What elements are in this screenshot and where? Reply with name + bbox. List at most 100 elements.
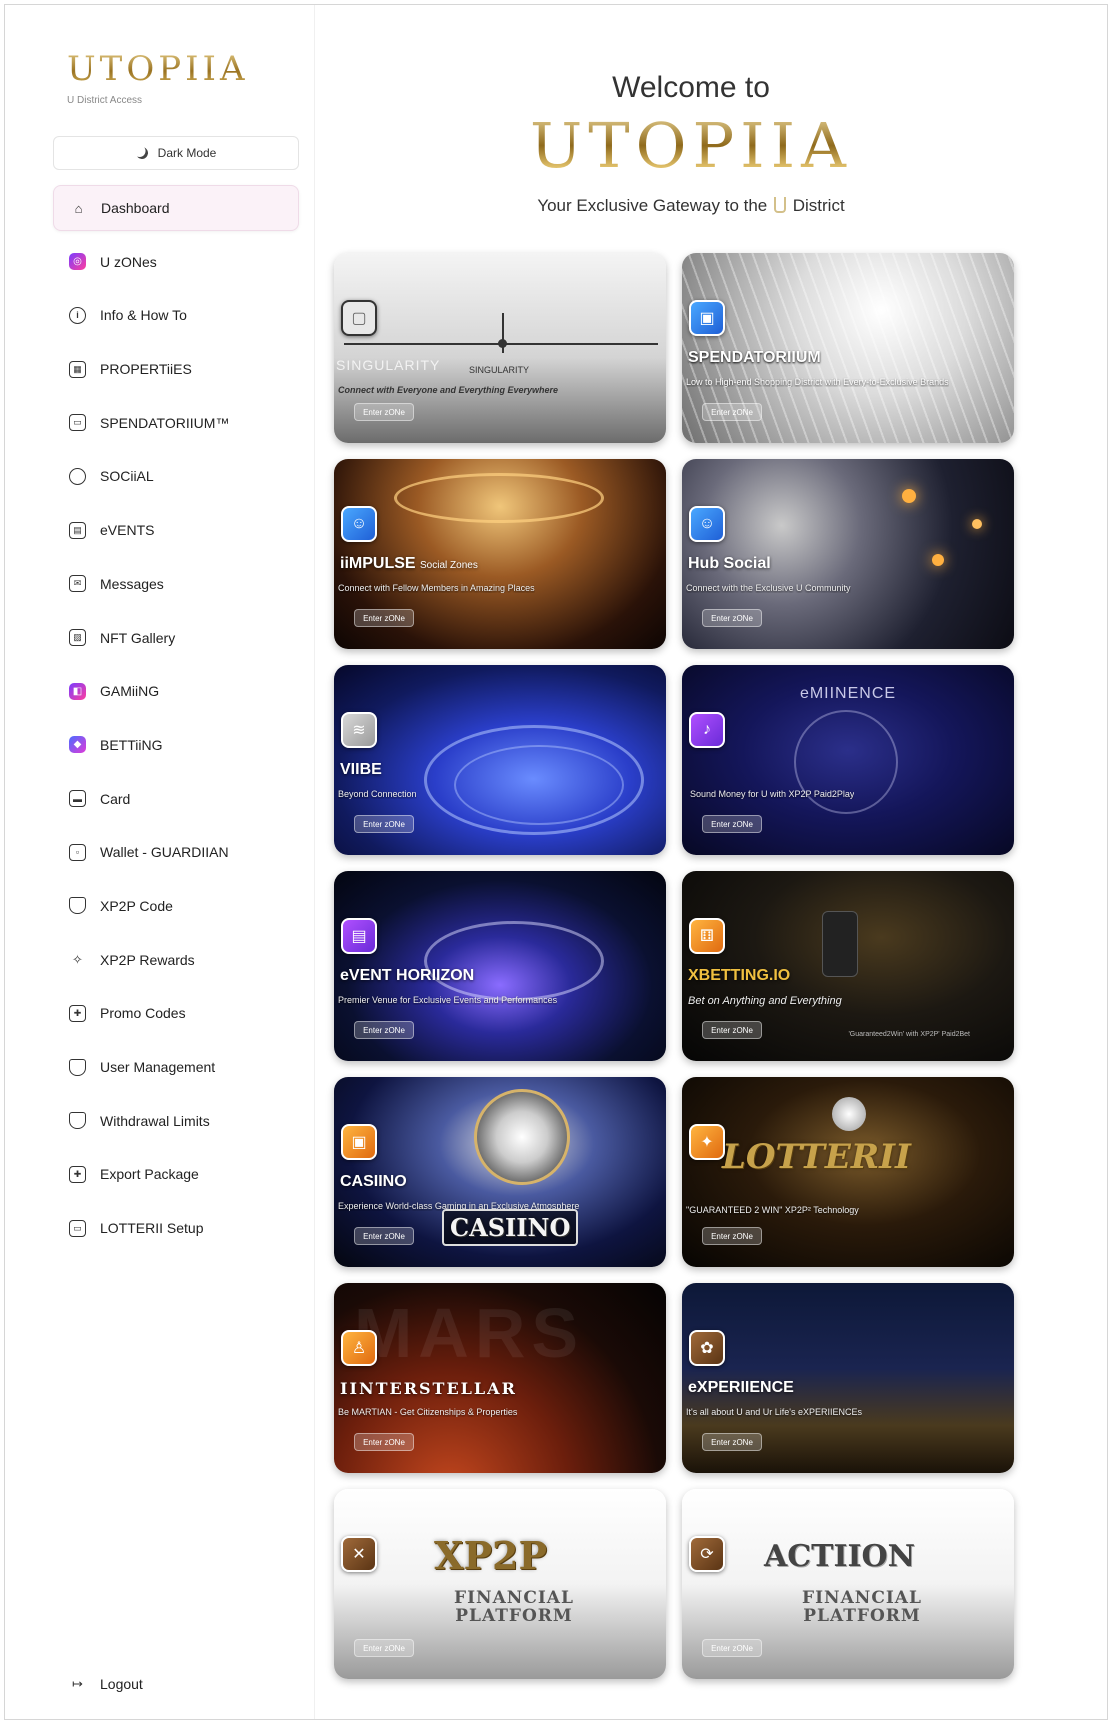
enter-zone-button[interactable]: Enter zONe [702,1021,762,1039]
zone-description: "GUARANTEED 2 WIN" XP2P² Technology [686,1205,859,1215]
zone-title: iiMPULSE Social Zones [340,555,478,573]
zone-extra-text: 'Guaranteed2Win' with XP2P' Paid2Bet [848,1031,970,1038]
zone-description: Beyond Connection [338,789,417,799]
sidebar-item-messages[interactable]: ✉ Messages [53,561,299,607]
enter-zone-button[interactable]: Enter zONe [702,1639,762,1657]
app-window: UTOPIIA U District Access Dark Mode ⌂ Da… [4,4,1108,1720]
dark-mode-label: Dark Mode [157,146,217,160]
ticket-icon: ✦ [689,1124,725,1160]
zone-card-xbetting[interactable]: ⚅ XBETTING.IO Bet on Anything and Everyt… [682,871,1014,1061]
sidebar-item-label: U zONes [100,253,157,270]
calendar-icon: ▤ [69,521,86,539]
zone-card-impulse[interactable]: ☺ iiMPULSE Social Zones Connect with Fel… [334,459,666,649]
fin-line-2: PLATFORM [455,1606,573,1626]
zone-title: eVENT HORIIZON [340,967,475,984]
utopiia-logo: UTOPIIA [315,109,1067,182]
x-icon: ✕ [341,1536,377,1572]
zone-card-eminence[interactable]: eMIINENCE ♪ Sound Money for U with XP2P … [682,665,1014,855]
zone-title: XBETTING.IO [688,967,791,984]
zone-card-casino[interactable]: ▣ CASIINO Experience World-class Gaming … [334,1077,666,1267]
zone-top-title: eMIINENCE [799,685,897,702]
sidebar-logo[interactable]: UTOPIIA [67,49,249,89]
zone-title: VIIBE [340,761,382,778]
zone-card-spendatorium[interactable]: ▣ SPENDATORIIUM Low to High-end Shopping… [682,253,1014,443]
financial-platform-label: FINANCIAL PLATFORM [414,1589,614,1625]
zone-card-vibe[interactable]: ≋ VIIBE Beyond Connection Enter zONe [334,665,666,855]
sidebar-item-betting[interactable]: ◆ BETTiiNG [53,722,299,768]
zone-description: Premier Venue for Exclusive Events and P… [338,995,558,1005]
sidebar-item-label: PROPERTiiES [100,361,192,378]
sidebar-item-lotterii-setup[interactable]: ▭ LOTTERII Setup [53,1205,299,1251]
zone-card-lotterii[interactable]: ✦ LOTTERII "GUARANTEED 2 WIN" XP2P² Tech… [682,1077,1014,1267]
zone-title-main: iiMPULSE [340,555,416,572]
enter-zone-button[interactable]: Enter zONe [354,1433,414,1451]
users-icon: ☺ [689,506,725,542]
zone-title-small: Social Zones [420,560,478,571]
dashboard-main: Welcome to UTOPIIA Your Exclusive Gatewa… [315,5,1107,1719]
sidebar-item-label: Export Package [100,1166,199,1183]
gamepad-icon: ◧ [69,682,86,700]
zone-card-action[interactable]: ⟳ ACTIION FINANCIAL PLATFORM Enter zONe [682,1489,1014,1679]
sidebar-item-dashboard[interactable]: ⌂ Dashboard [53,185,299,231]
zone-title: Hub Social [688,555,771,572]
sidebar-item-promo-codes[interactable]: ✚ Promo Codes [53,990,299,1036]
enter-zone-button[interactable]: Enter zONe [354,609,414,627]
sidebar-item-properties[interactable]: ▦ PROPERTiiES [53,346,299,392]
sidebar-item-uzones[interactable]: ◎ U zONes [53,239,299,285]
sidebar-item-label: Wallet - GUARDIIAN [100,844,229,861]
enter-zone-button[interactable]: Enter zONe [702,1227,762,1245]
enter-zone-button[interactable]: Enter zONe [354,403,414,421]
sidebar-item-xp2p-rewards[interactable]: ✧ XP2P Rewards [53,937,299,983]
dice-icon: ⚅ [689,918,725,954]
zone-ghost-title: SINGULARITY [336,357,441,373]
network-node [972,519,982,529]
sidebar-item-gaming[interactable]: ◧ GAMiiNG [53,668,299,714]
enter-zone-button[interactable]: Enter zONe [354,1639,414,1657]
sidebar-item-card[interactable]: ▬ Card [53,776,299,822]
sidebar-item-xp2p-code[interactable]: XP2P Code [53,883,299,929]
sidebar-item-export-package[interactable]: ✚ Export Package [53,1151,299,1197]
sidebar-item-nft-gallery[interactable]: ▨ NFT Gallery [53,615,299,661]
zone-card-event-horizon[interactable]: ▤ eVENT HORIIZON Premier Venue for Exclu… [334,871,666,1061]
sidebar-item-label: Promo Codes [100,1005,186,1022]
zone-description: Bet on Anything and Everything [688,995,842,1007]
enter-zone-button[interactable]: Enter zONe [354,815,414,833]
enter-zone-button[interactable]: Enter zONe [702,815,762,833]
zone-card-interstellar[interactable]: MARS ♙ IINTERSTELLAR Be MARTIAN - Get Ci… [334,1283,666,1473]
sidebar-item-label: Card [100,790,131,807]
home-icon: ⌂ [74,200,83,216]
zone-card-experience[interactable]: ✿ eXPERIIENCE It's all about U and Ur Li… [682,1283,1014,1473]
casino-icon: ▣ [341,1124,377,1160]
sidebar-item-spendatorium[interactable]: ▭ SPENDATORIIUM™ [53,400,299,446]
sidebar-nav: ⌂ Dashboard ◎ U zONes i Info & How To ▦ … [53,185,299,1259]
enter-zone-button[interactable]: Enter zONe [702,609,762,627]
enter-zone-button[interactable]: Enter zONe [354,1021,414,1039]
sidebar-item-withdrawal-limits[interactable]: Withdrawal Limits [53,1098,299,1144]
dark-mode-toggle[interactable]: Dark Mode [53,136,299,170]
sidebar-item-user-management[interactable]: User Management [53,1044,299,1090]
zone-label: SINGULARITY [469,365,530,375]
zone-card-xp2p[interactable]: ✕ XP2P FINANCIAL PLATFORM Enter zONe [334,1489,666,1679]
enter-zone-button[interactable]: Enter zONe [354,1227,414,1245]
zone-card-singularity[interactable]: ▢ SINGULARITY SINGULARITY Connect with E… [334,253,666,443]
sidebar-item-info[interactable]: i Info & How To [53,292,299,338]
zone-card-hub-social[interactable]: ☺ Hub Social Connect with the Exclusive … [682,459,1014,649]
enter-zone-button[interactable]: Enter zONe [702,403,762,421]
store-icon: ▭ [69,414,86,432]
logout-button[interactable]: ↦ Logout [69,1675,143,1692]
person-icon: ♙ [341,1330,377,1366]
sidebar-item-social[interactable]: SOCiiAL [53,453,299,499]
lottery-ball [832,1097,866,1131]
sidebar-subtitle: U District Access [67,95,143,106]
credit-card-icon: ▬ [69,790,86,808]
zone-description: Low to High-end Shopping District with E… [686,377,949,387]
enter-zone-button[interactable]: Enter zONe [702,1433,762,1451]
sidebar-item-wallet[interactable]: ▫ Wallet - GUARDIIAN [53,829,299,875]
zone-description: Be MARTIAN - Get Citizenships & Properti… [338,1407,518,1417]
sidebar-item-label: XP2P Code [100,897,173,914]
xp2p-wordmark: XP2P [434,1533,548,1578]
sidebar-item-events[interactable]: ▤ eVENTS [53,507,299,553]
sidebar-item-label: NFT Gallery [100,629,176,646]
fin-line-1: FINANCIAL [454,1588,574,1608]
sidebar-item-label: User Management [100,1059,216,1075]
